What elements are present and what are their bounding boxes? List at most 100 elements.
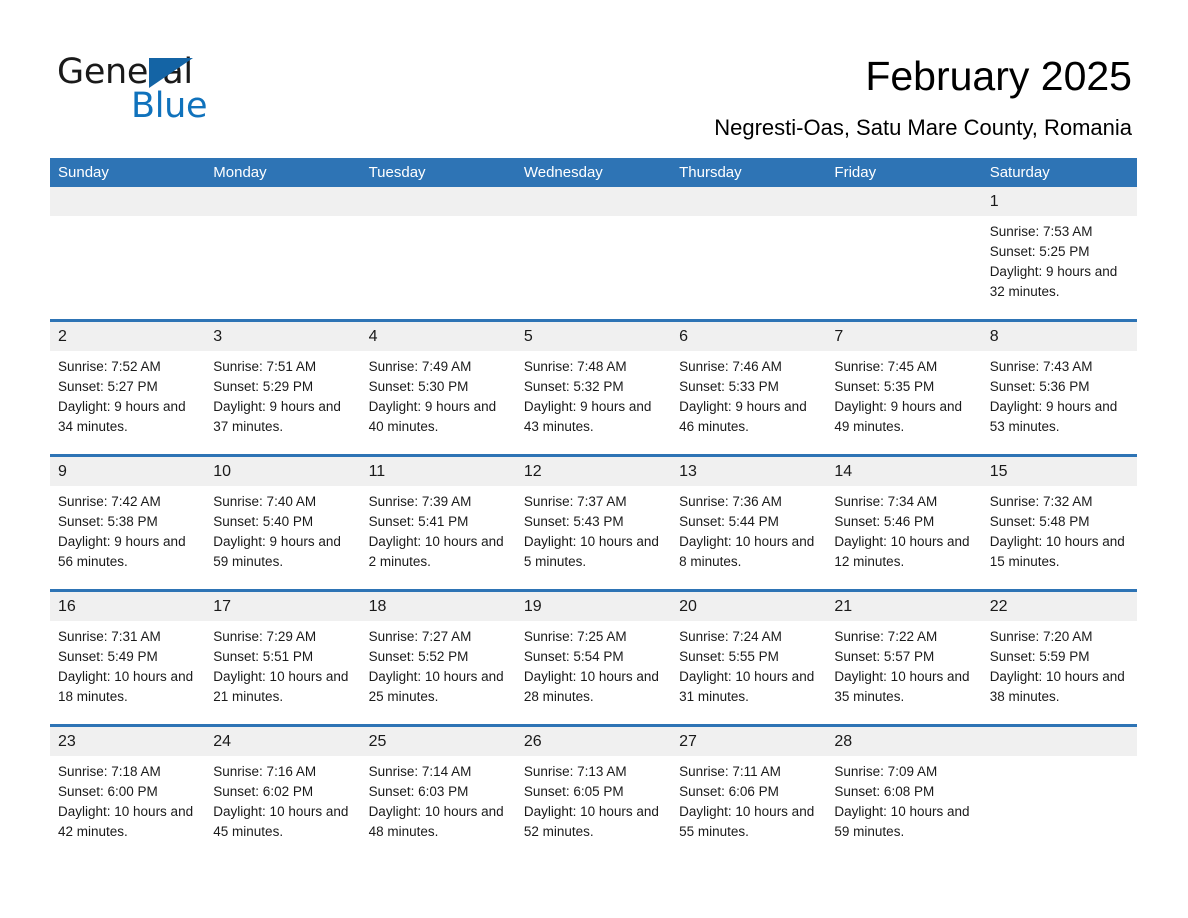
day-sun-info: Sunrise: 7:16 AM Sunset: 6:02 PM Daylight:… xyxy=(205,756,360,842)
weekday-header-tuesday: Tuesday xyxy=(368,164,426,181)
day-sun-info: Sunrise: 7:34 AM Sunset: 5:46 PM Daylight:… xyxy=(826,486,981,572)
calendar-week-row: 9 Sunrise: 7:42 AM Sunset: 5:38 PM Daylight… xyxy=(50,454,1137,589)
calendar-day-cell[interactable]: 10 Sunrise: 7:40 AM Sunset: 5:40 PM Dayligh… xyxy=(205,457,361,589)
sunset-text: Sunset: 5:51 PM xyxy=(213,649,314,664)
calendar-day-cell[interactable]: 5 Sunrise: 7:48 AM Sunset: 5:32 PM Daylight… xyxy=(515,322,672,454)
day-number-band xyxy=(360,187,516,216)
sunset-text: Sunset: 5:54 PM xyxy=(523,649,624,664)
calendar-day-cell[interactable]: 1 Sunrise: 7:53 AM Sunset: 5:25 PM Daylight… xyxy=(981,187,1137,319)
day-sun-info: Sunrise: 7:48 AM Sunset: 5:32 PM Daylight:… xyxy=(516,351,671,437)
sunrise-text: Sunrise: 7:20 AM xyxy=(989,629,1093,644)
sunrise-text: Sunrise: 7:29 AM xyxy=(213,629,317,644)
calendar-week-row: 16 Sunrise: 7:31 AM Sunset: 5:49 PM Dayligh… xyxy=(50,589,1137,724)
sunset-text: Sunset: 5:36 PM xyxy=(989,379,1090,394)
calendar-weeks: 1 Sunrise: 7:53 AM Sunset: 5:25 PM Daylight… xyxy=(50,187,1137,859)
day-number: 28 xyxy=(834,733,853,750)
calendar-day-cell[interactable]: 12 Sunrise: 7:37 AM Sunset: 5:43 PM Dayligh… xyxy=(515,457,672,589)
day-sun-info: Sunrise: 7:46 AM Sunset: 5:33 PM Daylight:… xyxy=(671,351,826,437)
day-number: 11 xyxy=(368,463,386,480)
day-number-band xyxy=(671,187,827,216)
calendar-day-cell[interactable]: 17 Sunrise: 7:29 AM Sunset: 5:51 PM Dayligh… xyxy=(205,592,361,724)
calendar-day-cell[interactable]: 19 Sunrise: 7:25 AM Sunset: 5:54 PM Dayligh… xyxy=(515,592,672,724)
daylight-text: Daylight: 10 hours and 12 minutes. xyxy=(834,534,970,569)
daylight-text: Daylight: 9 hours and 37 minutes. xyxy=(213,399,341,434)
daylight-text: Daylight: 10 hours and 38 minutes. xyxy=(989,669,1125,704)
general-blue-logo[interactable]: General Blue xyxy=(57,52,377,132)
calendar-day-cell[interactable]: 13 Sunrise: 7:36 AM Sunset: 5:44 PM Dayligh… xyxy=(671,457,827,589)
day-number-band: 2 xyxy=(50,322,206,351)
calendar-day-cell[interactable]: 21 Sunrise: 7:22 AM Sunset: 5:57 PM Dayligh… xyxy=(826,592,982,724)
day-number-band: 13 xyxy=(671,457,827,486)
daylight-text: Daylight: 10 hours and 31 minutes. xyxy=(679,669,815,704)
daylight-text: Daylight: 10 hours and 2 minutes. xyxy=(368,534,504,569)
day-number-band: 5 xyxy=(515,322,672,351)
daylight-text: Daylight: 10 hours and 48 minutes. xyxy=(368,804,504,839)
weekday-header-wednesday: Wednesday xyxy=(523,164,603,181)
calendar-day-cell[interactable]: 8 Sunrise: 7:43 AM Sunset: 5:36 PM Daylight… xyxy=(981,322,1137,454)
calendar-day-cell[interactable]: 26 Sunrise: 7:13 AM Sunset: 6:05 PM Dayligh… xyxy=(515,727,672,859)
daylight-text: Daylight: 10 hours and 25 minutes. xyxy=(368,669,504,704)
sunset-text: Sunset: 5:27 PM xyxy=(58,379,158,394)
day-sun-info: Sunrise: 7:20 AM Sunset: 5:59 PM Daylight:… xyxy=(982,621,1137,707)
day-sun-info: Sunrise: 7:25 AM Sunset: 5:54 PM Daylight:… xyxy=(516,621,671,707)
sunrise-text: Sunrise: 7:14 AM xyxy=(368,764,472,779)
calendar-day-cell[interactable]: 11 Sunrise: 7:39 AM Sunset: 5:41 PM Dayligh… xyxy=(360,457,516,589)
day-number-band: 27 xyxy=(671,727,827,756)
calendar-day-cell[interactable]: 28 Sunrise: 7:09 AM Sunset: 6:08 PM Dayligh… xyxy=(826,727,982,859)
day-number-band: 24 xyxy=(205,727,361,756)
day-sun-info: Sunrise: 7:42 AM Sunset: 5:38 PM Daylight:… xyxy=(50,486,205,572)
day-number: 3 xyxy=(213,328,223,345)
day-sun-info: Sunrise: 7:22 AM Sunset: 5:57 PM Daylight:… xyxy=(826,621,981,707)
calendar-day-cell[interactable]: 22 Sunrise: 7:20 AM Sunset: 5:59 PM Dayligh… xyxy=(981,592,1137,724)
day-number-band: 25 xyxy=(360,727,516,756)
sunset-text: Sunset: 6:00 PM xyxy=(58,784,158,799)
day-number: 20 xyxy=(679,598,697,615)
calendar-day-cell[interactable]: 16 Sunrise: 7:31 AM Sunset: 5:49 PM Dayligh… xyxy=(50,592,206,724)
daylight-text: Daylight: 10 hours and 45 minutes. xyxy=(213,804,349,839)
sunset-text: Sunset: 5:40 PM xyxy=(213,514,314,529)
weekday-header-monday: Monday xyxy=(213,164,267,181)
calendar-day-cell[interactable]: 23 Sunrise: 7:18 AM Sunset: 6:00 PM Dayligh… xyxy=(50,727,206,859)
calendar-day-cell[interactable]: 15 Sunrise: 7:32 AM Sunset: 5:48 PM Dayligh… xyxy=(981,457,1137,589)
day-sun-info: Sunrise: 7:14 AM Sunset: 6:03 PM Daylight:… xyxy=(361,756,516,842)
sunset-text: Sunset: 6:06 PM xyxy=(679,784,779,799)
calendar-day-cell[interactable]: 3 Sunrise: 7:51 AM Sunset: 5:29 PM Daylight… xyxy=(205,322,361,454)
sunset-text: Sunset: 5:49 PM xyxy=(58,649,158,664)
day-number-band: 21 xyxy=(826,592,982,621)
calendar-day-cell[interactable]: 24 Sunrise: 7:16 AM Sunset: 6:02 PM Dayligh… xyxy=(205,727,361,859)
calendar-day-cell[interactable]: 20 Sunrise: 7:24 AM Sunset: 5:55 PM Dayligh… xyxy=(671,592,827,724)
calendar-day-cell[interactable]: 27 Sunrise: 7:11 AM Sunset: 6:06 PM Dayligh… xyxy=(671,727,827,859)
daylight-text: Daylight: 9 hours and 32 minutes. xyxy=(989,264,1118,299)
sunrise-text: Sunrise: 7:34 AM xyxy=(834,494,938,509)
calendar-day-cell[interactable]: 9 Sunrise: 7:42 AM Sunset: 5:38 PM Daylight… xyxy=(50,457,206,589)
day-number: 17 xyxy=(213,598,232,615)
calendar-day-cell[interactable]: 6 Sunrise: 7:46 AM Sunset: 5:33 PM Daylight… xyxy=(671,322,827,454)
page-subtitle: Negresti-Oas, Satu Mare County, Romania xyxy=(714,115,1132,140)
day-sun-info: Sunrise: 7:32 AM Sunset: 5:48 PM Daylight:… xyxy=(982,486,1137,572)
sunrise-text: Sunrise: 7:53 AM xyxy=(989,224,1093,239)
sunrise-text: Sunrise: 7:40 AM xyxy=(213,494,317,509)
day-number-band: 17 xyxy=(205,592,361,621)
day-number: 12 xyxy=(523,463,542,480)
day-number-band: 10 xyxy=(205,457,361,486)
day-number-band: 9 xyxy=(50,457,206,486)
day-number: 5 xyxy=(523,328,533,345)
sunrise-text: Sunrise: 7:43 AM xyxy=(989,359,1093,374)
weekday-header-friday: Friday xyxy=(834,164,877,181)
day-number: 1 xyxy=(989,193,999,210)
calendar-day-cell[interactable]: 25 Sunrise: 7:14 AM Sunset: 6:03 PM Dayligh… xyxy=(360,727,516,859)
daylight-text: Daylight: 10 hours and 15 minutes. xyxy=(989,534,1125,569)
page-title: February 2025 xyxy=(865,53,1132,99)
day-number-band: 6 xyxy=(671,322,827,351)
calendar-day-cell[interactable]: 2 Sunrise: 7:52 AM Sunset: 5:27 PM Daylight… xyxy=(50,322,206,454)
calendar-day-cell[interactable]: 4 Sunrise: 7:49 AM Sunset: 5:30 PM Daylight… xyxy=(360,322,516,454)
sunset-text: Sunset: 5:46 PM xyxy=(834,514,935,529)
day-number-band xyxy=(50,187,206,216)
calendar-week-row: 23 Sunrise: 7:18 AM Sunset: 6:00 PM Dayligh… xyxy=(50,724,1137,859)
sunrise-text: Sunrise: 7:32 AM xyxy=(989,494,1093,509)
sunset-text: Sunset: 5:32 PM xyxy=(523,379,624,394)
calendar-day-cell[interactable]: 7 Sunrise: 7:45 AM Sunset: 5:35 PM Daylight… xyxy=(826,322,982,454)
day-sun-info: Sunrise: 7:24 AM Sunset: 5:55 PM Daylight:… xyxy=(671,621,826,707)
calendar-day-cell[interactable]: 18 Sunrise: 7:27 AM Sunset: 5:52 PM Dayligh… xyxy=(360,592,516,724)
calendar-day-cell[interactable]: 14 Sunrise: 7:34 AM Sunset: 5:46 PM Dayligh… xyxy=(826,457,982,589)
